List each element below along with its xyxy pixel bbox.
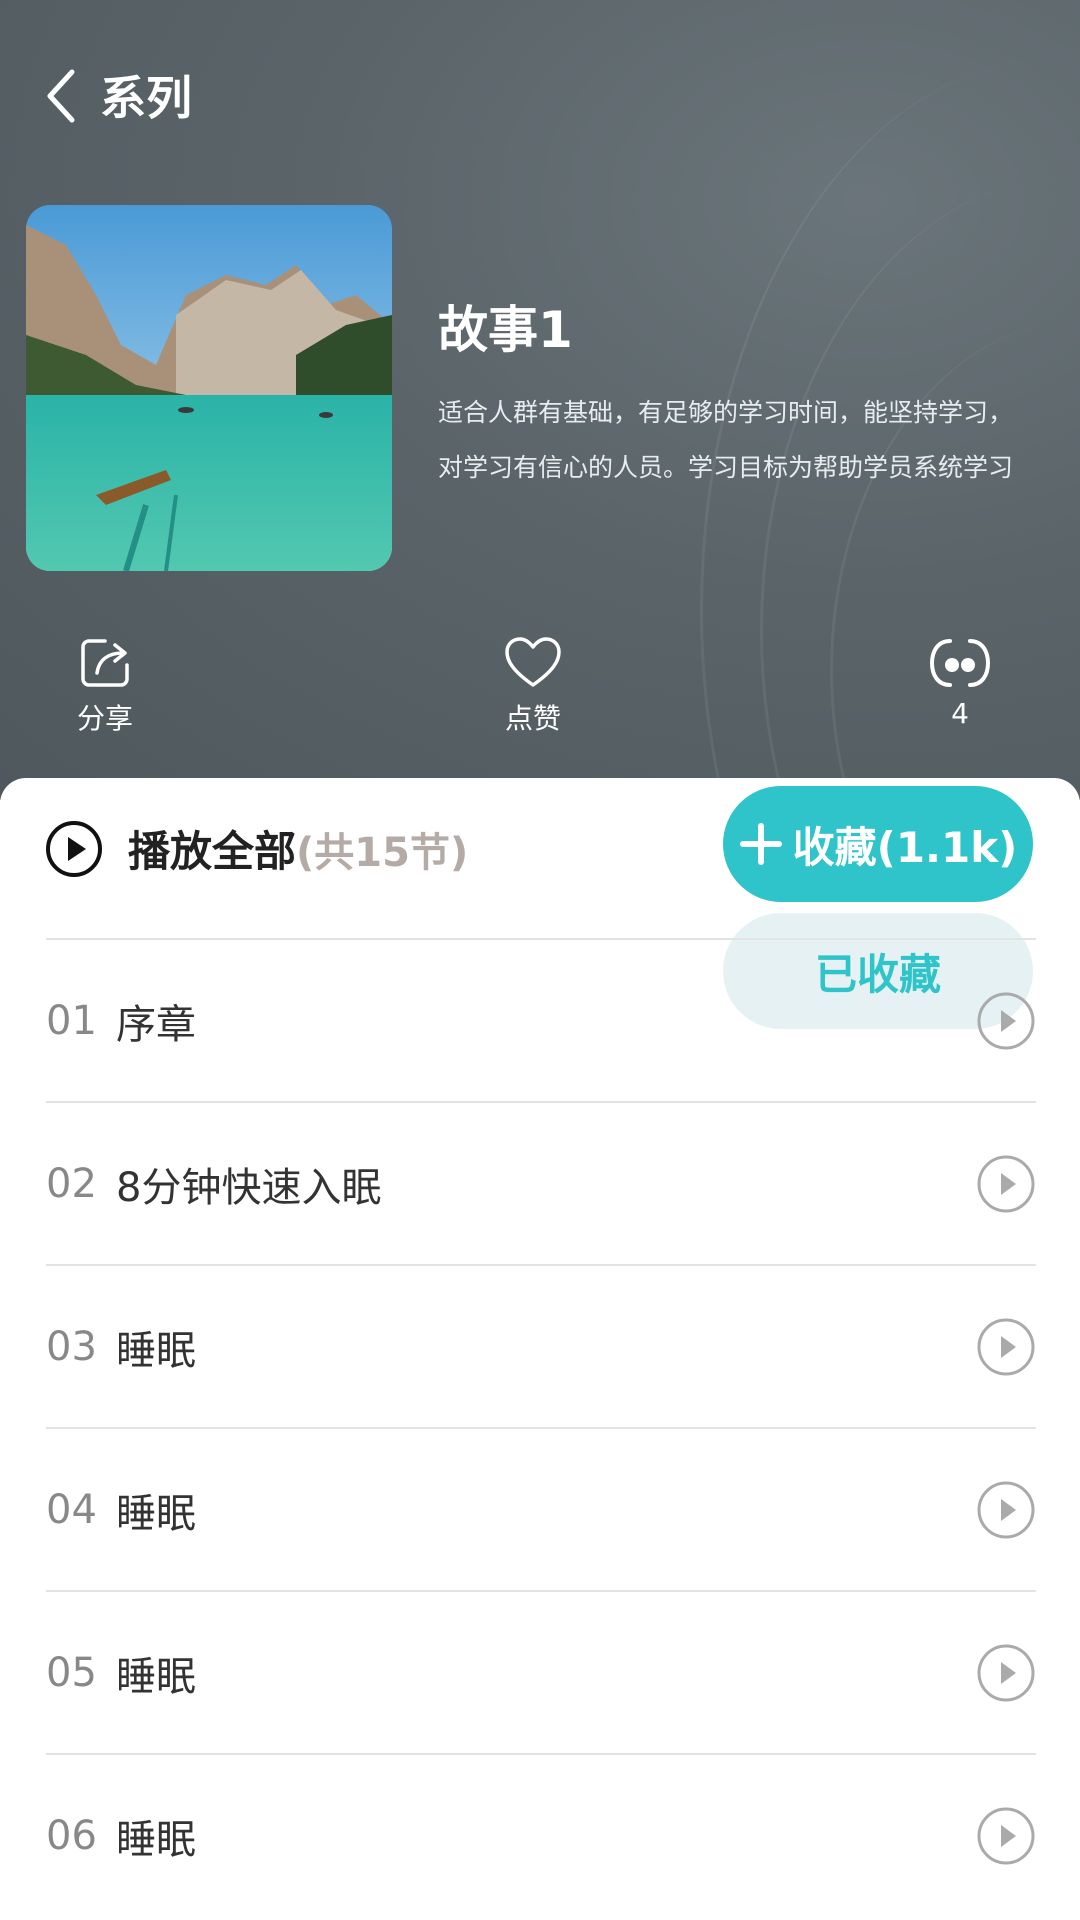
- comment-button[interactable]: 4: [895, 635, 1025, 730]
- like-label: 点赞: [504, 702, 561, 735]
- share-icon: [81, 639, 129, 687]
- episode-number: 05: [46, 1650, 97, 1696]
- play-all-label: 播放全部: [128, 827, 297, 876]
- comment-icon: [929, 639, 991, 687]
- episode-row[interactable]: 02 8分钟快速入眠: [46, 1101, 1036, 1265]
- favorite-button[interactable]: 收藏(1.1k): [723, 786, 1033, 902]
- play-all-button[interactable]: 播放全部 (共15节): [44, 818, 468, 879]
- episode-number: 03: [46, 1324, 97, 1370]
- episode-number: 06: [46, 1813, 97, 1859]
- episode-number: 01: [46, 998, 97, 1044]
- episode-title: 睡眠: [116, 1817, 196, 1863]
- play-icon[interactable]: [976, 1480, 1036, 1540]
- episode-title: 睡眠: [116, 1491, 196, 1537]
- play-icon[interactable]: [976, 1154, 1036, 1214]
- episode-row[interactable]: 03 睡眠: [46, 1264, 1036, 1428]
- episode-title: 8分钟快速入眠: [116, 1165, 382, 1211]
- comment-count: 4: [951, 697, 969, 730]
- heart-icon: [505, 637, 561, 687]
- episode-row[interactable]: 06 睡眠: [46, 1753, 1036, 1917]
- episode-row[interactable]: 04 睡眠: [46, 1427, 1036, 1591]
- play-icon[interactable]: [976, 1806, 1036, 1866]
- episode-title: 睡眠: [116, 1328, 196, 1374]
- episode-row[interactable]: 05 睡眠: [46, 1590, 1036, 1754]
- episode-count: (共15节): [296, 829, 469, 876]
- album-description: 适合人群有基础，有足够的学习时间，能坚持学习，对学习有信心的人员。学习目标为帮助…: [438, 398, 1014, 482]
- episode-number: 04: [46, 1487, 97, 1533]
- episode-title: 序章: [116, 1002, 196, 1048]
- page-title: 系列: [100, 71, 192, 125]
- play-icon[interactable]: [976, 1317, 1036, 1377]
- episode-number: 02: [46, 1161, 97, 1207]
- episode-title: 睡眠: [116, 1654, 196, 1700]
- episode-row[interactable]: 01 序章: [46, 938, 1036, 1102]
- album-title: 故事1: [438, 301, 573, 359]
- share-label: 分享: [76, 702, 133, 735]
- album-cover-image: [26, 205, 392, 571]
- plus-icon: [739, 823, 782, 865]
- play-circle-icon: [46, 820, 102, 877]
- share-button[interactable]: 分享: [40, 635, 170, 737]
- chevron-left-icon[interactable]: [40, 66, 90, 126]
- favorite-label: 收藏(1.1k): [792, 822, 1018, 872]
- play-icon[interactable]: [976, 1643, 1036, 1703]
- like-button[interactable]: 点赞: [468, 635, 598, 737]
- play-icon[interactable]: [976, 991, 1036, 1051]
